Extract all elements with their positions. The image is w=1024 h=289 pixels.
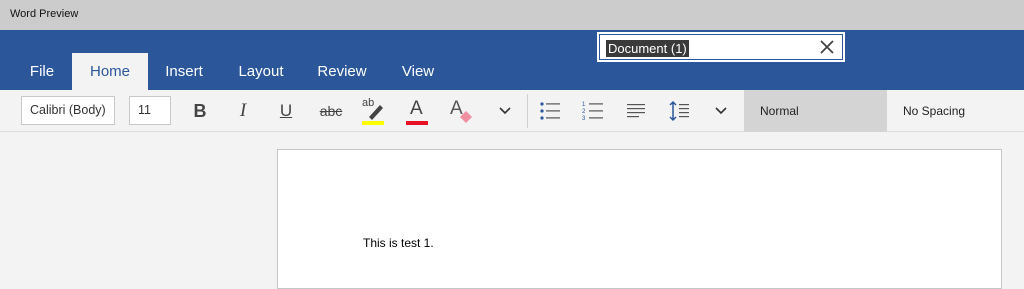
ribbon-tab-bar: File Home Insert Layout Review View — [0, 30, 1024, 90]
font-more-button[interactable] — [490, 96, 520, 126]
bold-button[interactable]: B — [185, 96, 215, 126]
underline-button[interactable]: U — [271, 96, 301, 126]
window-title: Word Preview — [10, 8, 79, 20]
numbered-list-button[interactable]: 1 2 3 — [578, 96, 608, 126]
tab-layout[interactable]: Layout — [230, 53, 292, 90]
highlight-icon: ab — [360, 97, 386, 125]
align-left-icon — [627, 104, 645, 118]
svg-text:1: 1 — [582, 102, 586, 108]
font-color-icon: A — [405, 97, 429, 125]
bullet-list-button[interactable] — [535, 96, 565, 126]
strikethrough-icon: abc — [319, 103, 343, 119]
paragraph-more-button[interactable] — [706, 96, 736, 126]
close-icon[interactable] — [818, 38, 836, 56]
clear-format-button[interactable]: A — [446, 96, 476, 126]
chevron-down-icon — [715, 107, 727, 115]
highlight-button[interactable]: ab — [358, 96, 388, 126]
document-title-input[interactable]: Document (1) — [600, 35, 842, 59]
title-bar: Word Preview — [0, 0, 1024, 30]
document-text[interactable]: This is test 1. — [363, 236, 434, 250]
font-name-box[interactable]: Calibri (Body) — [21, 96, 115, 125]
toolbar-divider — [527, 94, 528, 128]
font-size-box[interactable]: 11 — [129, 96, 171, 125]
style-normal[interactable]: Normal — [744, 90, 887, 132]
document-page[interactable]: This is test 1. — [277, 149, 1002, 289]
tab-file[interactable]: File — [18, 53, 66, 90]
chevron-down-icon — [499, 107, 511, 115]
numbered-list-icon: 1 2 3 — [582, 102, 603, 121]
line-spacing-icon — [669, 100, 689, 122]
home-toolbar: Calibri (Body) 11 B I U abc ab A A 1 2 3… — [0, 90, 1024, 132]
tab-insert[interactable]: Insert — [155, 53, 213, 90]
svg-text:2: 2 — [582, 109, 586, 115]
strikethrough-button[interactable]: abc — [314, 96, 348, 126]
style-no-spacing[interactable]: No Spacing — [887, 90, 1024, 132]
italic-button[interactable]: I — [228, 96, 258, 126]
italic-icon: I — [239, 100, 247, 121]
bullet-list-icon — [540, 102, 560, 120]
tab-view[interactable]: View — [392, 53, 444, 90]
document-title-text[interactable]: Document (1) — [606, 40, 689, 57]
clear-format-icon: A — [448, 97, 474, 125]
svg-text:3: 3 — [582, 116, 586, 121]
document-title-field[interactable]: Document (1) — [597, 32, 845, 62]
tab-review[interactable]: Review — [310, 53, 374, 90]
font-color-icon-letter: A — [410, 98, 423, 119]
tab-home[interactable]: Home — [72, 53, 148, 90]
font-color-button[interactable]: A — [402, 96, 432, 126]
line-spacing-button[interactable] — [664, 96, 694, 126]
align-button[interactable] — [621, 96, 651, 126]
document-canvas: This is test 1. — [0, 132, 1024, 289]
bold-icon: B — [193, 100, 207, 121]
underline-icon: U — [279, 101, 293, 120]
